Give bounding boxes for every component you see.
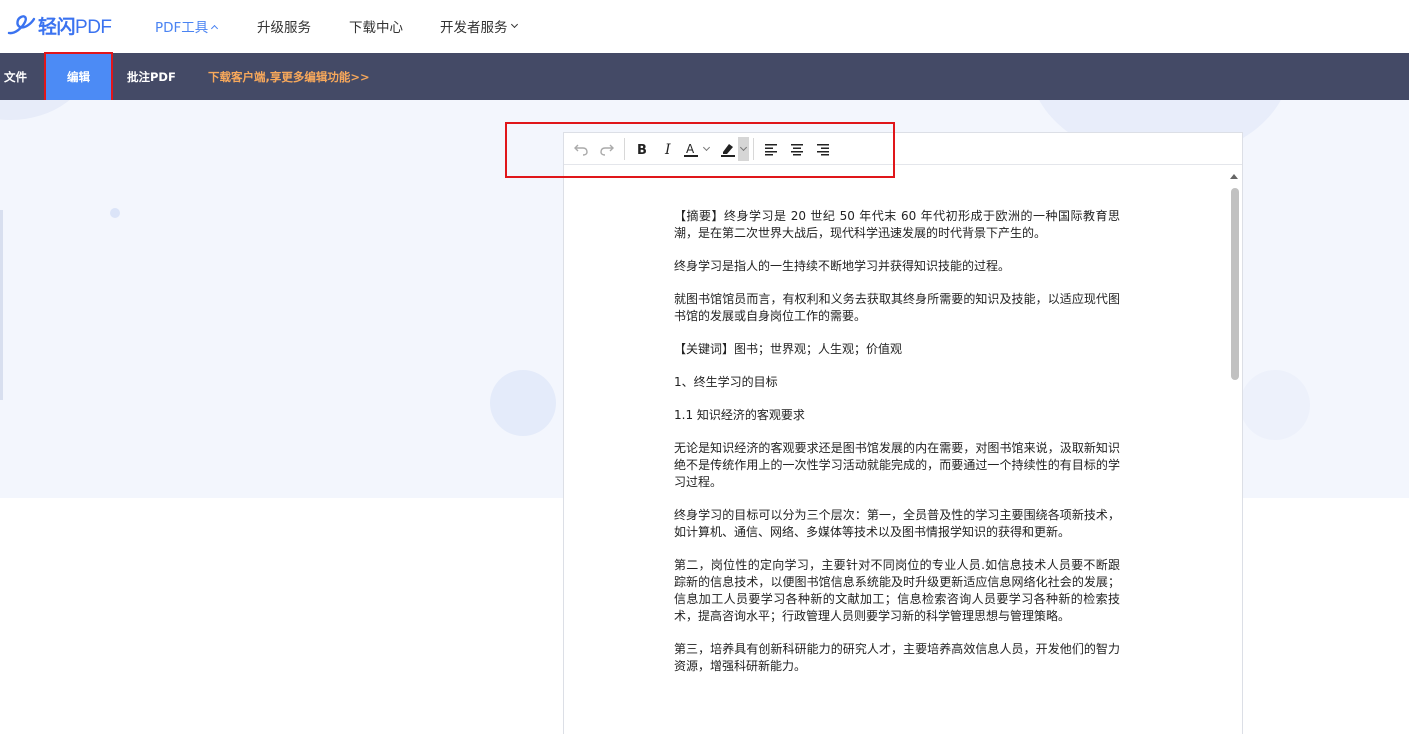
paragraph: 第三，培养具有创新科研能力的研究人才，主要培养高效信息人员，开发他们的智力资源，… — [674, 642, 1120, 673]
chevron-down-icon — [739, 143, 748, 151]
top-navigation: 轻闪PDF PDF工具 升级服务 下载中心 开发者服务 — [0, 0, 1409, 53]
nav-developer-services-label: 开发者服务 — [440, 20, 508, 36]
font-color-icon[interactable]: A — [681, 137, 701, 161]
paragraph-keywords: 【关键词】图书；世界观；人生观；价值观 — [674, 342, 903, 356]
chevron-up-icon — [211, 24, 219, 32]
svg-text:B: B — [637, 143, 647, 156]
nav-upgrade[interactable]: 升级服务 — [257, 16, 311, 36]
align-center-icon[interactable] — [784, 137, 810, 161]
align-right-icon[interactable] — [810, 137, 836, 161]
svg-text:I: I — [664, 142, 671, 156]
paragraph: 终身学习的目标可以分为三个层次：第一，全员普及性的学习主要围绕各项新技术，如计算… — [674, 508, 1120, 539]
paragraph: 第二，岗位性的定向学习，主要针对不同岗位的专业人员.如信息技术人员要不断跟踪新的… — [674, 558, 1120, 623]
tab-edit[interactable]: 编辑 — [45, 53, 112, 100]
paragraph-abstract: 【摘要】终身学习是 20 世纪 50 年代末 60 年代初形成于欧洲的一种国际教… — [674, 209, 1120, 240]
scrollbar[interactable] — [1228, 166, 1242, 734]
download-client-link-label: 下载客户端,享更多编辑功能>> — [208, 69, 370, 84]
function-toolbar: 文件 编辑 批注PDF 下载客户端,享更多编辑功能>> — [0, 53, 1409, 100]
section-heading: 1、终生学习的目标 — [674, 375, 778, 389]
scroll-up-arrow-icon[interactable] — [1230, 174, 1238, 179]
nav-developer-services[interactable]: 开发者服务 — [440, 16, 518, 36]
tab-file-label: 文件 — [4, 69, 27, 84]
editor-toolbar: B I A — [564, 133, 1242, 165]
document-scroll-area[interactable]: 【摘要】终身学习是 20 世纪 50 年代末 60 年代初形成于欧洲的一种国际教… — [564, 166, 1242, 734]
logo[interactable]: 轻闪PDF — [6, 12, 112, 38]
redo-icon[interactable] — [594, 137, 620, 161]
download-client-link[interactable]: 下载客户端,享更多编辑功能>> — [208, 53, 370, 100]
paragraph: 终身学习是指人的一生持续不断地学习并获得知识技能的过程。 — [674, 259, 1011, 273]
decor-bubble — [0, 100, 90, 120]
logo-swirl-icon — [7, 15, 36, 35]
rich-text-editor: B I A 【摘要】终身学习是 20 世纪 50 年代末 60 年代初形成于欧洲… — [563, 132, 1243, 734]
svg-text:A: A — [686, 142, 695, 156]
toolbar-divider — [753, 137, 754, 160]
logo-brand: 轻闪 — [38, 16, 76, 38]
chevron-down-icon — [702, 143, 711, 151]
left-edge-tab — [0, 210, 3, 400]
tab-annotate-pdf[interactable]: 批注PDF — [127, 53, 176, 100]
chevron-down-icon — [510, 20, 518, 29]
subsection-heading: 1.1 知识经济的客观要求 — [674, 408, 805, 422]
nav-pdf-tools[interactable]: PDF工具 — [155, 16, 219, 36]
nav-download-center[interactable]: 下载中心 — [349, 16, 403, 36]
highlight-dropdown[interactable] — [738, 136, 749, 161]
nav-upgrade-label: 升级服务 — [257, 20, 311, 36]
italic-icon[interactable]: I — [655, 137, 681, 161]
font-color-dropdown[interactable] — [701, 137, 712, 161]
logo-text: 轻闪PDF — [38, 12, 112, 39]
scrollbar-thumb[interactable] — [1231, 188, 1239, 380]
toolbar-divider — [624, 137, 625, 160]
paragraph: 无论是知识经济的客观要求还是图书馆发展的内在需要，对图书馆来说，汲取新知识绝不是… — [674, 441, 1120, 489]
tab-edit-label: 编辑 — [67, 69, 90, 84]
undo-icon[interactable] — [568, 137, 594, 161]
align-left-icon[interactable] — [758, 137, 784, 161]
document-content[interactable]: 【摘要】终身学习是 20 世纪 50 年代末 60 年代初形成于欧洲的一种国际教… — [674, 208, 1120, 691]
tab-annotate-pdf-label: 批注PDF — [127, 69, 176, 84]
tab-file[interactable]: 文件 — [4, 53, 27, 100]
nav-download-center-label: 下载中心 — [349, 20, 403, 36]
highlight-icon[interactable] — [718, 137, 738, 161]
decor-bubble — [1240, 370, 1310, 440]
logo-pdf: PDF — [75, 16, 112, 38]
decor-bubble — [490, 370, 556, 436]
nav-pdf-tools-label: PDF工具 — [155, 20, 209, 36]
decor-dot — [110, 208, 120, 218]
paragraph: 就图书馆馆员而言，有权利和义务去获取其终身所需要的知识及技能，以适应现代图书馆的… — [674, 292, 1120, 323]
bold-icon[interactable]: B — [629, 137, 655, 161]
